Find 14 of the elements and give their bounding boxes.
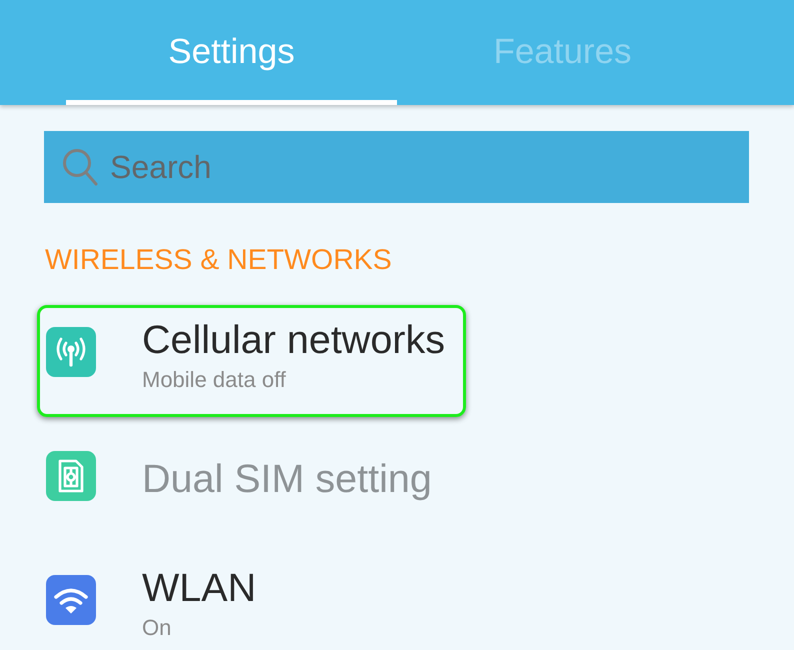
section-header: WIRELESS & NETWORKS [45, 244, 393, 276]
item-subtitle: On [142, 615, 172, 641]
antenna-icon [46, 327, 96, 377]
item-title: WLAN [142, 565, 256, 611]
search-icon [62, 148, 98, 186]
item-title: Dual SIM setting [142, 456, 432, 502]
settings-item[interactable]: WLAN On [37, 553, 278, 645]
settings-item[interactable]: Cellular networks Mobile data off [37, 305, 466, 417]
item-subtitle: Mobile data off [142, 367, 287, 393]
search-field[interactable]: Search [44, 131, 749, 203]
item-title: Cellular networks [142, 317, 445, 363]
tab[interactable]: Settings [66, 0, 397, 105]
sim-card-icon [46, 451, 96, 501]
wifi-icon [46, 575, 96, 625]
